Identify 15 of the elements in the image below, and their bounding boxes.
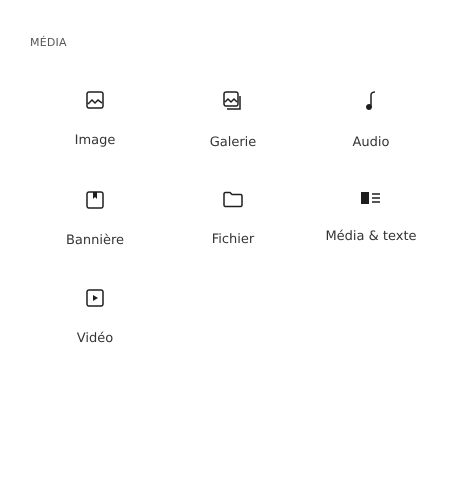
section-title: MÉDIA — [29, 36, 68, 49]
folder-icon — [223, 191, 243, 208]
gallery-icon — [223, 91, 243, 111]
block-item[interactable]: Fichier — [164, 183, 302, 256]
image-icon — [86, 91, 104, 109]
play-icon — [86, 289, 104, 307]
block-item[interactable]: Galerie — [164, 83, 302, 158]
block-item[interactable]: Vidéo — [26, 281, 164, 354]
music-note-icon — [365, 91, 377, 111]
media-text-icon — [361, 191, 381, 205]
block-item[interactable]: Audio — [302, 83, 440, 158]
block-item[interactable]: Bannière — [26, 183, 164, 256]
bookmark-frame-icon — [86, 191, 104, 209]
block-item[interactable]: Image — [26, 83, 164, 158]
block-item[interactable]: Média & texte — [302, 183, 440, 256]
